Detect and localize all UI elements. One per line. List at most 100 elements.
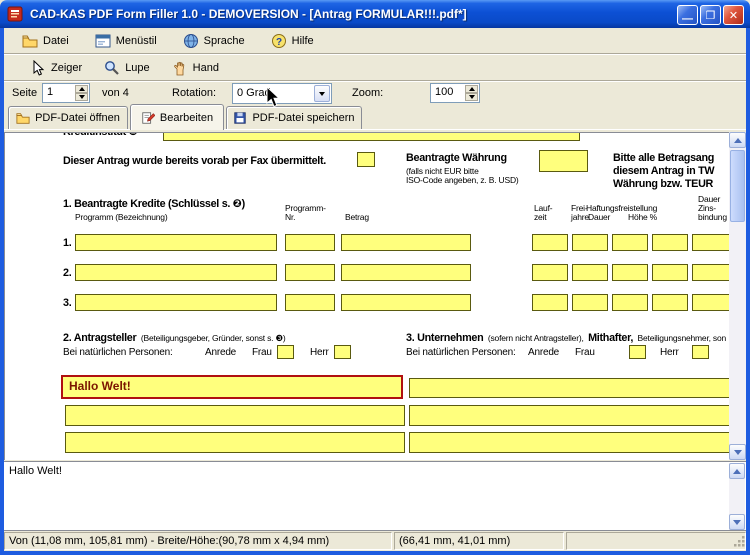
menu-menuestil[interactable]: Menüstil [89, 31, 163, 51]
svg-text:?: ? [276, 37, 282, 48]
help-icon: ? [271, 33, 287, 49]
scroll-down-icon[interactable] [729, 444, 746, 460]
form-field[interactable] [409, 378, 729, 398]
window-title: CAD-KAS PDF Form Filler 1.0 - DEMOVERSIO… [30, 0, 467, 28]
tab-bearbeiten[interactable]: Bearbeiten [130, 104, 224, 130]
page-spinner[interactable] [75, 85, 88, 101]
menu-sprache[interactable]: Sprache [177, 31, 251, 51]
form-field[interactable] [652, 234, 688, 251]
form-field[interactable] [532, 294, 568, 311]
zoom-input[interactable]: 100 [430, 83, 480, 103]
app-window: CAD-KAS PDF Form Filler 1.0 - DEMOVERSIO… [0, 0, 750, 555]
col-programm: Programm (Bezeichnung) [75, 212, 167, 222]
frau-checkbox[interactable] [277, 345, 294, 359]
frau-checkbox[interactable] [629, 345, 646, 359]
document-scrollbar[interactable] [729, 132, 746, 460]
editor-text: Hallo Welt! [9, 465, 62, 477]
herr-label: Herr [310, 347, 329, 358]
seite-label: Seite [12, 87, 37, 99]
tab-pane-edge [4, 129, 746, 130]
spin-down-icon[interactable] [465, 93, 478, 101]
form-field[interactable] [285, 294, 335, 311]
form-field[interactable] [341, 264, 471, 281]
form-field[interactable] [652, 264, 688, 281]
form-field[interactable] [341, 294, 471, 311]
amount-note: diesem Antrag in TW [613, 165, 714, 177]
currency-field[interactable] [539, 150, 588, 172]
form-field[interactable] [532, 234, 568, 251]
edit-icon [141, 111, 155, 125]
col-programm-nr: Nr. [285, 212, 295, 222]
form-field[interactable] [692, 264, 729, 281]
form-field[interactable] [572, 264, 608, 281]
form-field[interactable] [612, 234, 648, 251]
tool-lupe[interactable]: Lupe [104, 60, 149, 76]
form-field[interactable] [652, 294, 688, 311]
form-field[interactable] [409, 405, 729, 426]
form-field[interactable] [65, 432, 405, 453]
form-field[interactable] [532, 264, 568, 281]
col-zins: bindung [698, 212, 727, 222]
form-label-kreditinstitut: Kreditinstitut ❷ [63, 132, 138, 138]
minimize-button[interactable]: — [677, 5, 698, 25]
rotation-select[interactable]: 0 Grad [232, 83, 332, 104]
form-field[interactable] [75, 294, 277, 311]
tool-bar: Zeiger Lupe Hand [4, 55, 746, 80]
currency-title: Beantragte Währung [406, 152, 507, 164]
form-field[interactable] [612, 264, 648, 281]
form-field[interactable] [65, 405, 405, 426]
chevron-down-icon[interactable] [314, 85, 330, 102]
tool-zeiger[interactable]: Zeiger [30, 60, 82, 76]
tab-pdf-oeffnen[interactable]: PDF-Datei öffnen [8, 106, 128, 129]
globe-icon [183, 33, 199, 49]
spin-up-icon[interactable] [465, 85, 478, 93]
herr-checkbox[interactable] [692, 345, 709, 359]
zoom-spinner[interactable] [465, 85, 478, 101]
close-button[interactable]: ✕ [723, 5, 744, 25]
von-label: von 4 [102, 87, 129, 99]
form-field[interactable] [341, 234, 471, 251]
resize-grip[interactable] [733, 535, 746, 548]
form-field[interactable] [572, 294, 608, 311]
tab-pdf-speichern[interactable]: PDF-Datei speichern [226, 106, 362, 129]
section2-title-line: 2. Antragsteller (Beteiligungsgeber, Grü… [63, 328, 286, 346]
field-text-editor[interactable]: Hallo Welt! [4, 461, 746, 531]
window-border [0, 551, 750, 555]
form-field[interactable] [692, 294, 729, 311]
scroll-up-icon[interactable] [729, 463, 745, 479]
form-field[interactable] [572, 234, 608, 251]
pointer-icon [30, 60, 46, 76]
anrede-label: Anrede [205, 347, 236, 358]
app-icon[interactable] [7, 6, 23, 22]
fax-checkbox[interactable] [357, 152, 375, 167]
status-position: Von (11,08 mm, 105,81 mm) - Breite/Höhe:… [4, 532, 392, 550]
titlebar: CAD-KAS PDF Form Filler 1.0 - DEMOVERSIO… [0, 0, 750, 28]
menu-hilfe[interactable]: ? Hilfe [265, 31, 320, 51]
persons-label: Bei natürlichen Personen: [63, 347, 173, 358]
form-field[interactable] [163, 132, 580, 141]
form-field[interactable] [75, 264, 277, 281]
form-field[interactable] [612, 294, 648, 311]
status-extra [566, 532, 746, 550]
rotation-label: Rotation: [172, 87, 216, 99]
tool-hand[interactable]: Hand [172, 60, 219, 76]
hand-icon [172, 60, 188, 76]
selected-form-field[interactable]: Hallo Welt! [61, 375, 403, 399]
scroll-down-icon[interactable] [729, 514, 745, 530]
col-haftung-dauer: Dauer [588, 212, 610, 222]
zoom-label: Zoom: [352, 87, 383, 99]
maximize-button[interactable]: ❐ [700, 5, 721, 25]
scroll-up-icon[interactable] [729, 132, 746, 148]
scrollbar-thumb[interactable] [730, 150, 745, 222]
form-field[interactable] [285, 264, 335, 281]
form-field[interactable] [409, 432, 729, 453]
page-number-input[interactable]: 1 [42, 83, 90, 103]
spin-up-icon[interactable] [75, 85, 88, 93]
form-field[interactable] [692, 234, 729, 251]
editor-scrollbar[interactable] [729, 463, 745, 530]
form-field[interactable] [75, 234, 277, 251]
form-field[interactable] [285, 234, 335, 251]
menu-datei[interactable]: Datei [16, 31, 75, 51]
herr-checkbox[interactable] [334, 345, 351, 359]
spin-down-icon[interactable] [75, 93, 88, 101]
